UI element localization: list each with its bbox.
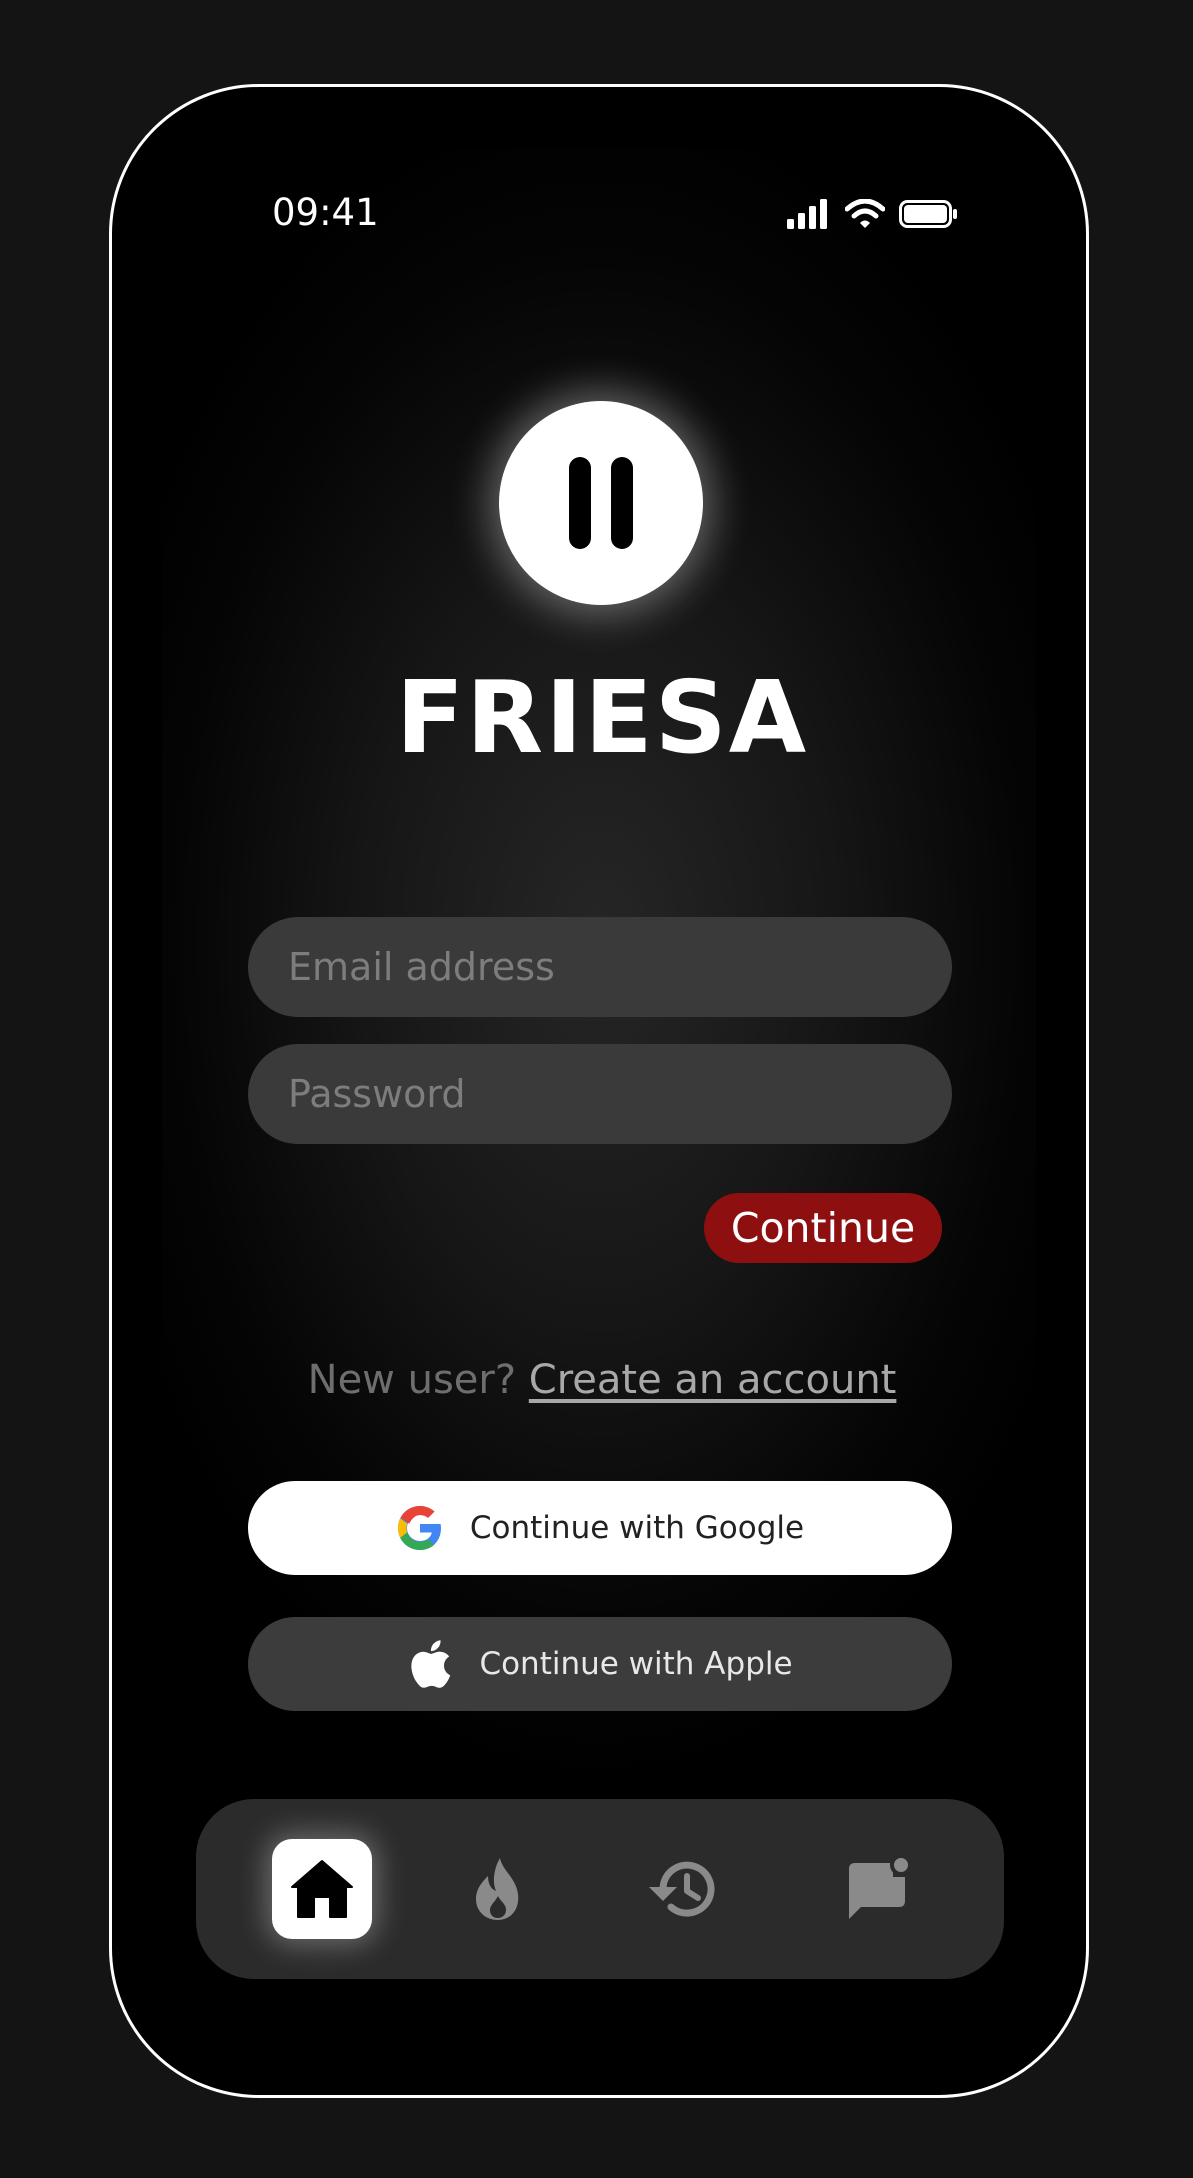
password-field[interactable] <box>248 1044 952 1144</box>
nav-home[interactable] <box>272 1839 372 1939</box>
history-icon <box>649 1861 715 1917</box>
nav-trending[interactable] <box>448 1839 548 1939</box>
home-icon <box>291 1860 353 1918</box>
logo-bar-right <box>611 457 633 549</box>
continue-button[interactable]: Continue <box>704 1193 942 1263</box>
apple-signin-button[interactable]: Continue with Apple <box>248 1617 952 1711</box>
battery-icon <box>899 200 957 228</box>
pause-logo-icon <box>499 401 703 605</box>
google-button-label: Continue with Google <box>469 1510 805 1546</box>
nav-messages[interactable] <box>828 1839 928 1939</box>
apple-button-label: Continue with Apple <box>479 1646 793 1682</box>
cellular-signal-icon <box>787 199 827 229</box>
flame-icon <box>476 1858 519 1920</box>
apple-icon <box>411 1640 451 1688</box>
phone-frame: 09:41 FRIESA Continue New user? Create a… <box>109 84 1089 2098</box>
email-field[interactable] <box>248 917 952 1017</box>
wifi-icon <box>845 199 885 228</box>
bottom-nav <box>196 1799 1004 1979</box>
create-account-link[interactable]: Create an account <box>529 1357 897 1403</box>
nav-history[interactable] <box>634 1839 734 1939</box>
status-time: 09:41 <box>272 191 379 234</box>
google-icon <box>397 1506 441 1550</box>
chat-notification-icon <box>849 1855 912 1919</box>
new-user-text: New user? <box>307 1357 517 1403</box>
logo-bar-left <box>569 457 591 549</box>
status-icons <box>787 199 959 229</box>
brand-name: FRIESA <box>395 659 809 776</box>
google-signin-button[interactable]: Continue with Google <box>248 1481 952 1575</box>
signup-prompt: New user? Create an account <box>112 1357 1086 1403</box>
